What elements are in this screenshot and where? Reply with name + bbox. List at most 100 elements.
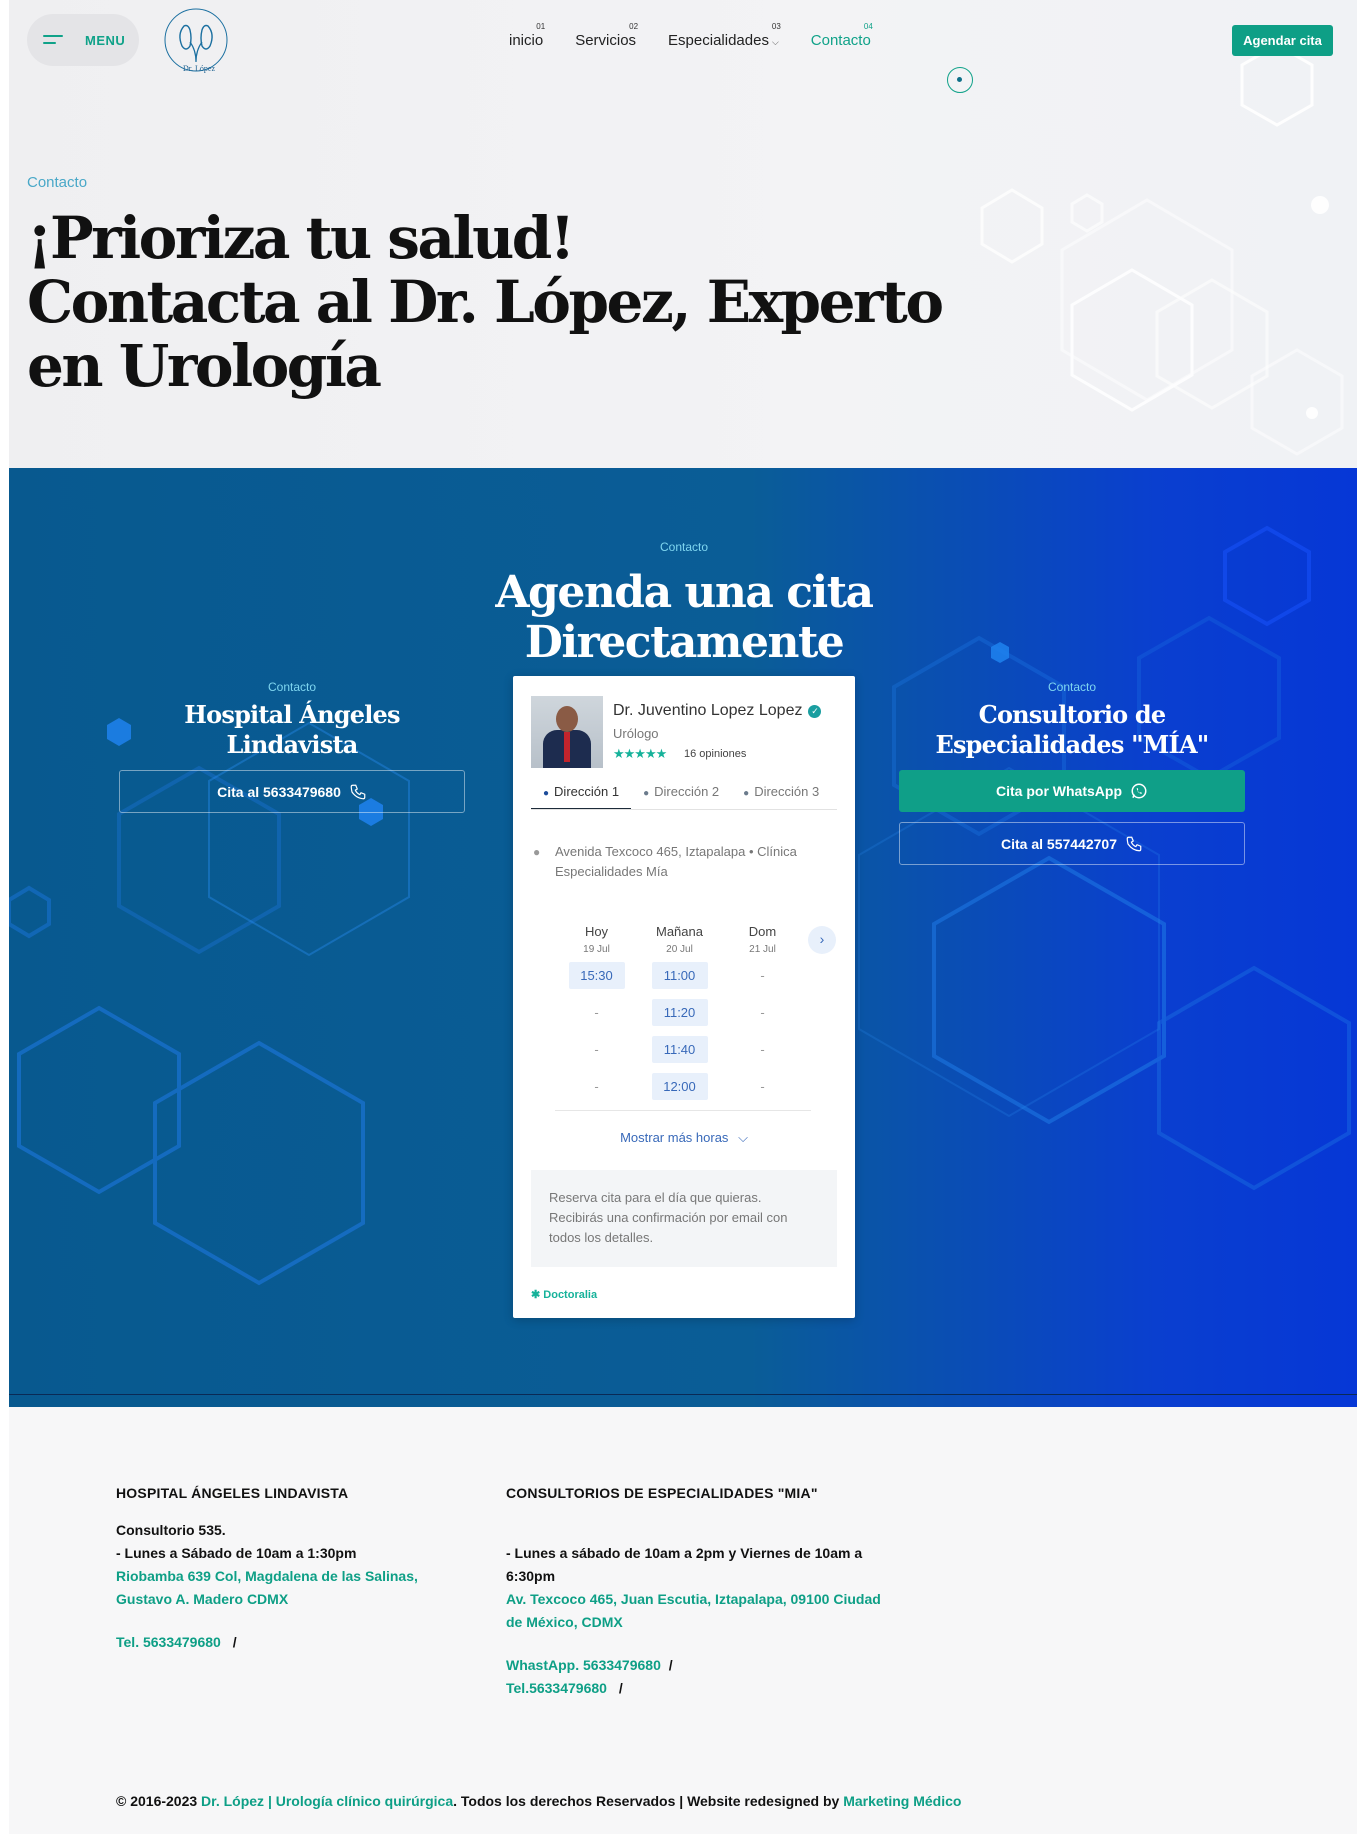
empty-slot: - [760,1042,765,1057]
verified-icon: ✓ [808,705,822,718]
empty-slot: - [760,968,765,983]
clinic-address: ● Avenida Texcoco 465, Iztapalapa • Clín… [531,842,837,882]
consultorio-mia-block: Contacto Consultorio de Especialidades "… [899,680,1245,865]
footer-whatsapp-row: WhastApp. 5633479680 / [506,1654,886,1677]
page-title-line1: ¡Prioriza tu salud! [27,204,575,272]
doctor-avatar[interactable] [531,696,603,768]
nav-label: Contacto [810,32,871,49]
nav-label: Servicios [575,32,637,49]
page-title-line2: Contacta al Dr. López, Experto en Urolog… [27,268,944,400]
nav-label: inicio [509,32,544,49]
day-headers: Hoy 19 Jul Mañana 20 Jul Dom 21 Jul [555,924,811,955]
location-pin-icon: ● [533,845,541,859]
whatsapp-button[interactable]: Cita por WhatsApp [899,770,1245,812]
star-icon: ✱ [531,1289,541,1301]
copyright: © 2016-2023 Dr. López | Urología clínico… [116,1793,961,1809]
doctor-name: Dr. Juventino Lopez Lopez [613,702,803,719]
tab-label: Dirección 1 [554,784,620,799]
slot-row: 15:30 11:00 - [555,962,811,999]
call-hospital-button[interactable]: Cita al 5633479680 [119,770,465,813]
footer-consultorio-column: CONSULTORIOS DE ESPECIALIDADES "MIA" - L… [506,1482,886,1700]
footer-address-link[interactable]: Av. Texcoco 465, Juan Escutia, Iztapalap… [506,1588,886,1634]
tab-direccion-3[interactable]: ● Dirección 3 [731,778,831,809]
hero-kicker: Contacto [27,174,88,191]
appointment-header: Contacto Agenda una cita Directamente [459,540,909,668]
phone-icon [1126,836,1142,851]
day-name: Dom [748,924,777,939]
nav-number: 01 [536,22,546,31]
hamburger-icon [43,35,63,45]
footer-phone-link[interactable]: Tel. 5633479680 [116,1634,221,1650]
menu-button[interactable]: MENU [27,14,139,66]
footer-phone-link[interactable]: Tel.5633479680 [506,1680,607,1696]
tab-direccion-2[interactable]: ● Dirección 2 [631,778,731,809]
day-date: 19 Jul [583,944,610,955]
nav-item-contacto[interactable]: 04 Contacto [810,20,873,49]
doctor-role: Urólogo [613,726,659,741]
call-hospital-label: Cita al 5633479680 [217,783,341,800]
slot-row: - 11:40 - [555,1036,811,1073]
rating-stars-icon: ★★★★★ [613,746,667,761]
empty-slot: - [594,1079,599,1094]
show-more-label: Mostrar más horas [620,1130,729,1145]
clinic-address-text: Avenida Texcoco 465, Iztapalapa • Clínic… [555,844,797,879]
divider [9,1394,1357,1395]
tab-direccion-1[interactable]: ● Dirección 1 [531,778,632,809]
time-slot[interactable]: 15:30 [568,962,625,989]
copyright-brand-link[interactable]: Dr. López | Urología clínico quirúrgica [201,1793,453,1809]
footer-hours: - Lunes a Sábado de 10am a 1:30pm [116,1545,357,1561]
schedule-appointment-button[interactable]: Agendar cita [1232,25,1333,56]
empty-slot: - [760,1079,765,1094]
show-more-hours-link[interactable]: Mostrar más horas ⌵ [513,1130,855,1146]
booking-info: Reserva cita para el día que quieras. Re… [531,1170,837,1267]
slot-row: - 12:00 - [555,1073,811,1110]
location-pin-icon: ● [743,788,750,799]
time-slot[interactable]: 11:40 [651,1036,708,1063]
empty-slot: - [594,1005,599,1020]
main-nav: 01 inicio 02 Servicios 03 Especialidades… [509,20,903,49]
nav-item-especialidades[interactable]: 03 Especialidades ⌵ [668,20,781,49]
doctoralia-brand[interactable]: ✱ Doctoralia [531,1288,597,1301]
hospital-title: Hospital Ángeles Lindavista [184,700,400,759]
opinions-link[interactable]: 16 opiniones [684,748,746,760]
day-date: 20 Jul [666,944,693,955]
appointment-section: Contacto Agenda una cita Directamente Co… [9,468,1357,1407]
divider [555,1110,811,1111]
footer-phone-row: Tel.5633479680 / [506,1677,886,1700]
nav-number: 04 [863,22,873,31]
address-tabs: ● Dirección 1 ● Dirección 2 ● Dirección 3 [531,778,837,810]
tab-label: Dirección 3 [754,784,820,799]
scroll-indicator[interactable] [947,67,973,93]
call-consultorio-label: Cita al 557442707 [1001,835,1117,852]
day-column-header: Mañana 20 Jul [638,924,721,955]
agency-link[interactable]: Marketing Médico [843,1793,961,1809]
hospital-angeles-block: Contacto Hospital Ángeles Lindavista Cit… [119,680,465,813]
copyright-text: . Todos los derechos Reservados | Websit… [453,1793,840,1809]
time-slot[interactable]: 11:00 [651,962,708,989]
doctor-name-row[interactable]: Dr. Juventino Lopez Lopez ✓ [613,702,822,720]
next-days-chevron-icon[interactable]: › [808,926,836,954]
menu-label: MENU [85,32,126,48]
day-name: Hoy [584,924,609,939]
whatsapp-label: Cita por WhatsApp [996,783,1122,799]
chevron-down-icon: ⌵ [771,37,779,47]
footer-address-link[interactable]: Riobamba 639 Col, Magdalena de las Salin… [116,1565,476,1611]
call-consultorio-button[interactable]: Cita al 557442707 [899,822,1245,865]
footer-hours: - Lunes a sábado de 10am a 2pm y Viernes… [506,1545,863,1584]
day-date: 21 Jul [749,944,776,955]
chevron-down-icon: ⌵ [738,1130,748,1145]
footer-separator: / [232,1634,237,1650]
footer-separator: / [618,1680,623,1696]
booking-widget: Dr. Juventino Lopez Lopez ✓ Urólogo ★★★★★… [513,676,855,1318]
footer-heading: CONSULTORIOS DE ESPECIALIDADES "MIA" [506,1485,818,1501]
time-slot[interactable]: 11:20 [651,999,708,1026]
nav-number: 03 [771,22,781,31]
nav-item-servicios[interactable]: 02 Servicios [575,20,638,49]
brand-label: Doctoralia [543,1289,598,1301]
logo-caption: Dr. López [183,64,215,73]
footer-whatsapp-link[interactable]: WhastApp. 5633479680 [506,1657,661,1673]
nav-item-inicio[interactable]: 01 inicio [509,20,546,49]
footer-line: Consultorio 535. [116,1522,226,1538]
time-slot[interactable]: 12:00 [651,1073,708,1100]
section-kicker: Contacto [267,680,317,694]
